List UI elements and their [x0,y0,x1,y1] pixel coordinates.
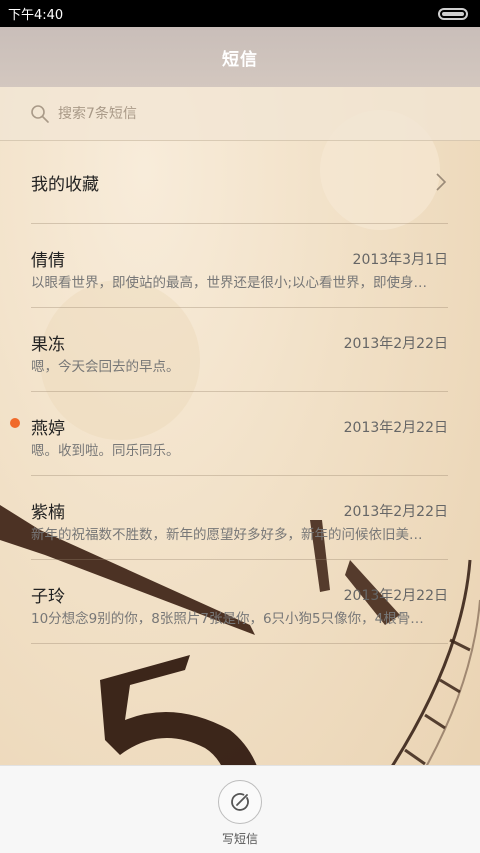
favorites-label: 我的收藏 [31,174,99,195]
compose-icon [231,793,249,811]
message-item[interactable]: 倩倩 2013年3月1日 以眼看世界，即使站的最高，世界还是很小;以心看世界，即… [31,224,448,308]
message-date: 2013年2月22日 [343,504,448,520]
compose-label: 写短信 [221,832,258,846]
contact-name: 燕婷 [31,419,65,439]
bottom-bar: 写短信 [0,765,480,853]
message-preview: 10分想念9别的你，8张照片7张是你，6只小狗5只像你，4根骨… [31,611,424,627]
search-input[interactable] [58,105,438,122]
chevron-right-icon [436,173,447,191]
message-item[interactable]: 子玲 2013年2月22日 10分想念9别的你，8张照片7张是你，6只小狗5只像… [31,560,448,644]
contact-name: 倩倩 [31,251,65,271]
message-date: 2013年2月22日 [343,420,448,436]
contact-name: 果冻 [31,335,65,355]
message-preview: 嗯，今天会回去的早点。 [31,359,180,375]
search-icon [31,104,49,123]
message-date: 2013年2月22日 [343,588,448,604]
title-bar: 短信 [0,27,480,87]
search-bar[interactable] [0,87,480,141]
status-time: 下午4:40 [8,8,64,23]
contact-name: 子玲 [31,587,65,607]
unread-dot-icon [10,418,20,428]
message-preview: 新年的祝福数不胜数，新年的愿望好多好多，新年的问候依旧美… [31,527,423,543]
message-preview: 嗯。收到啦。同乐同乐。 [31,443,180,459]
message-item[interactable]: 果冻 2013年2月22日 嗯，今天会回去的早点。 [31,308,448,392]
page-title: 短信 [222,49,258,70]
message-date: 2013年2月22日 [343,336,448,352]
message-preview: 以眼看世界，即使站的最高，世界还是很小;以心看世界，即使身… [31,275,428,291]
message-item[interactable]: 紫楠 2013年2月22日 新年的祝福数不胜数，新年的愿望好多好多，新年的问候依… [31,476,448,560]
message-list: 倩倩 2013年3月1日 以眼看世界，即使站的最高，世界还是很小;以心看世界，即… [0,224,480,644]
status-bar: 下午4:40 [0,0,480,27]
favorites-row[interactable]: 我的收藏 [31,141,448,224]
compose-button[interactable] [218,780,262,824]
contact-name: 紫楠 [31,503,65,523]
message-item[interactable]: 燕婷 2013年2月22日 嗯。收到啦。同乐同乐。 [10,392,448,476]
message-date: 2013年3月1日 [352,252,448,268]
battery-icon [438,7,468,20]
